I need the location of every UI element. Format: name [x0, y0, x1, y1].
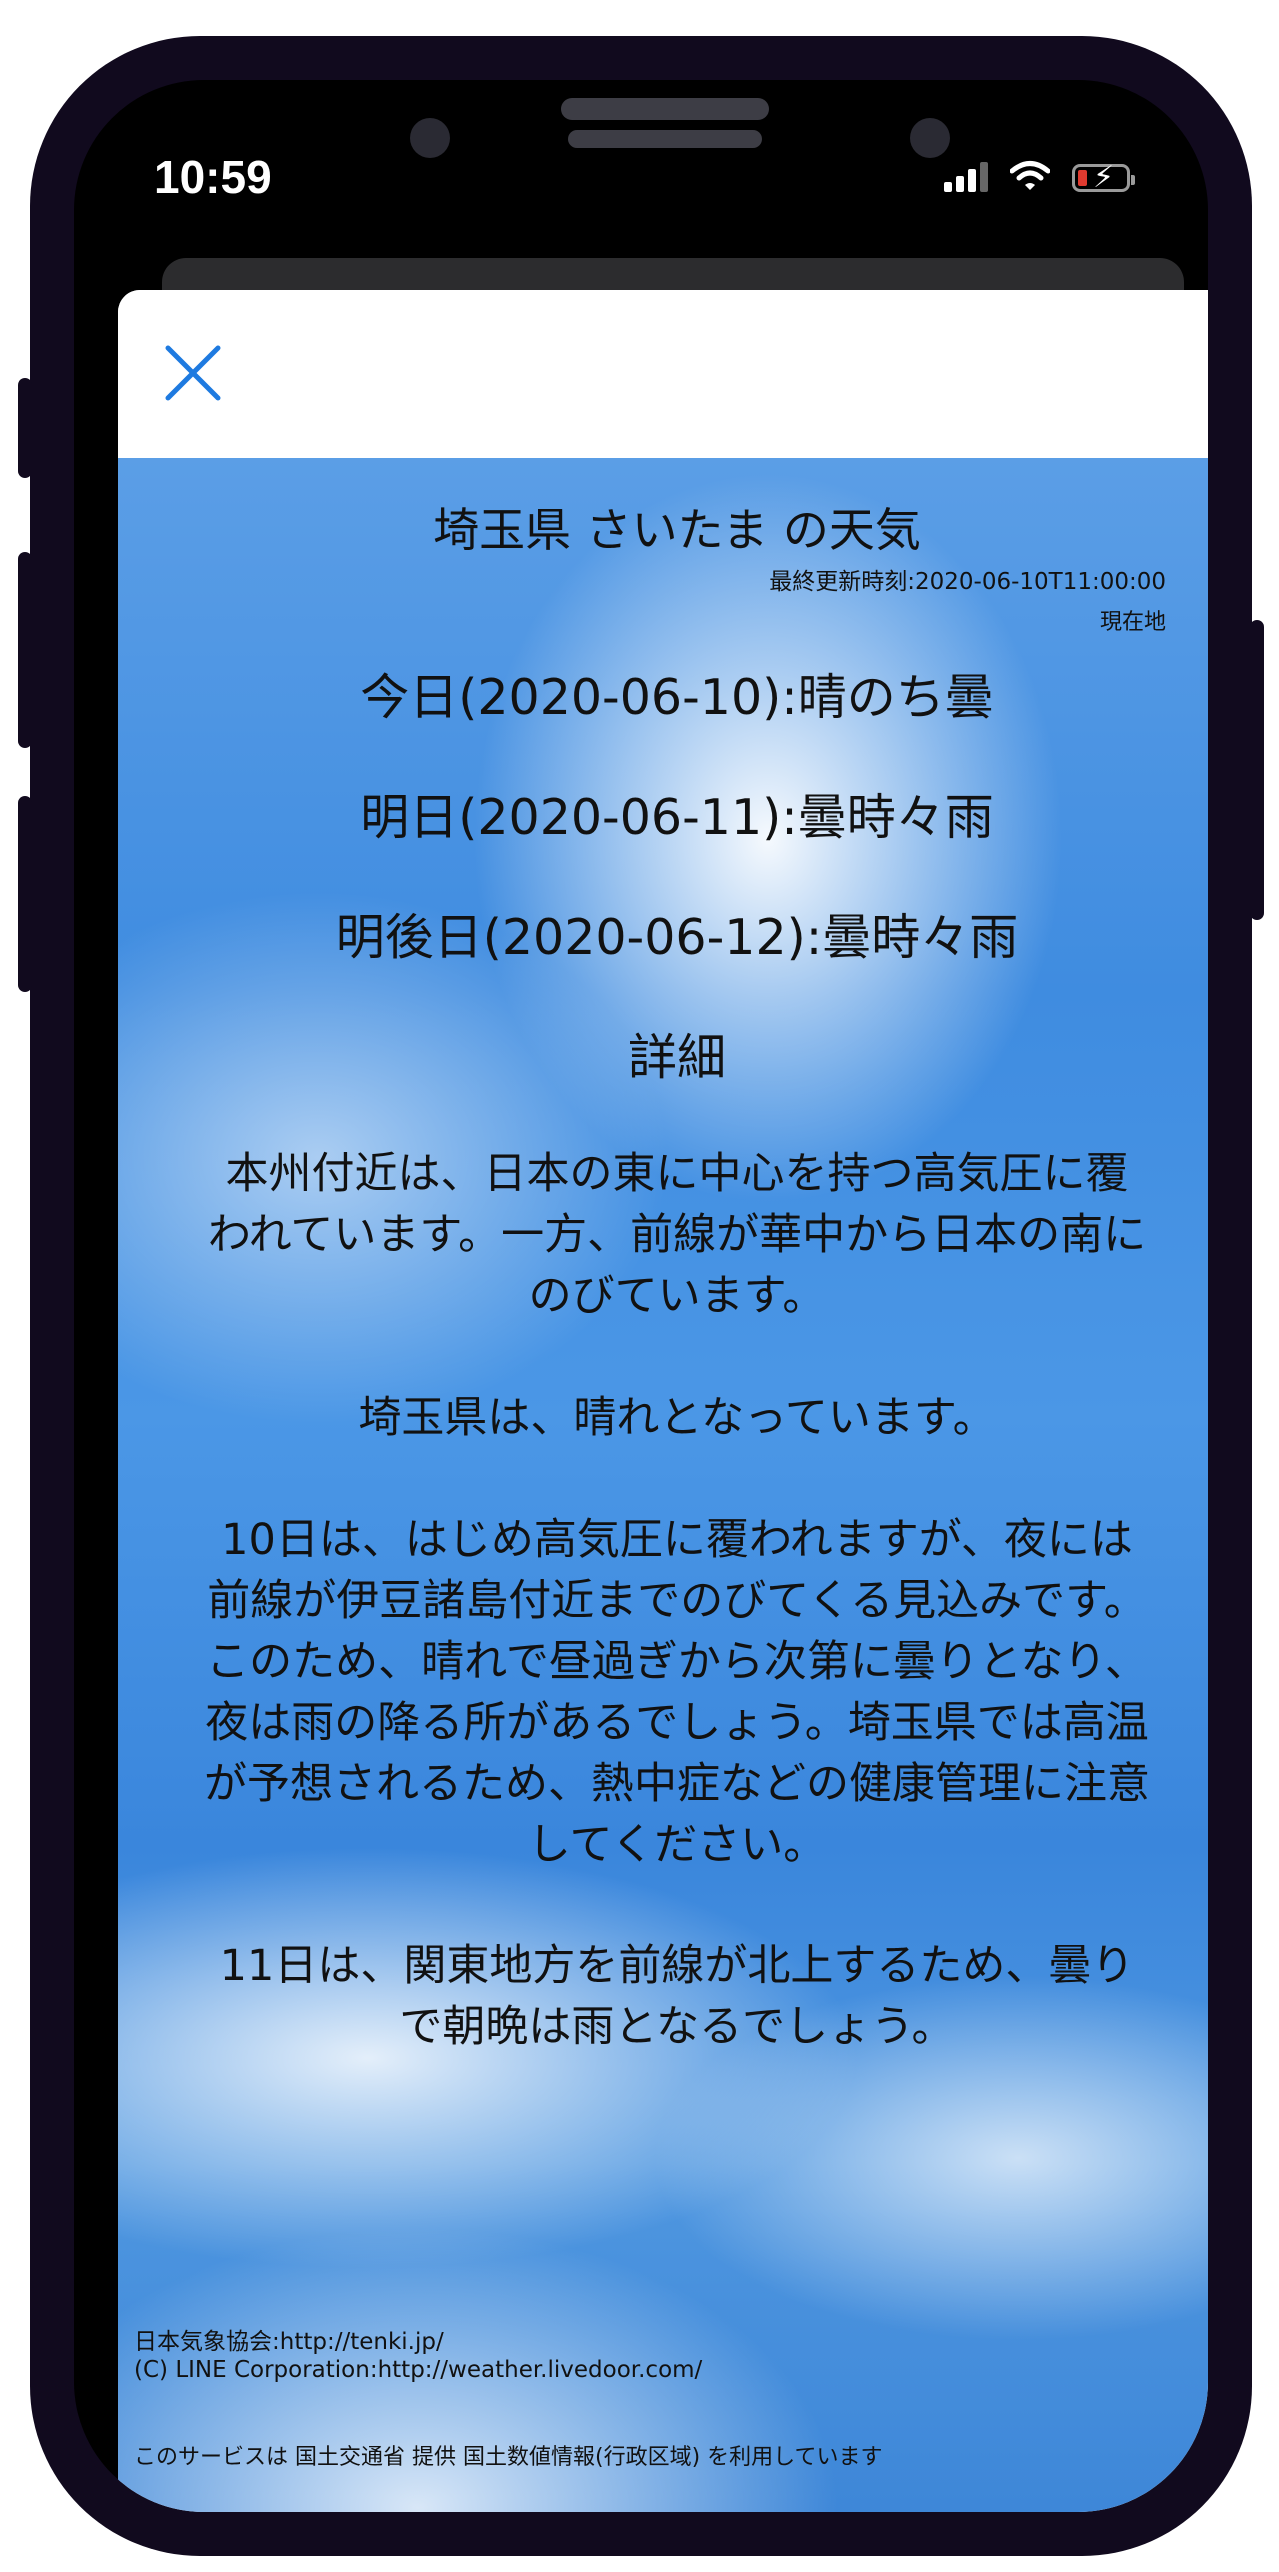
speaker-grille-lower	[568, 130, 762, 148]
volume-up-button	[18, 552, 32, 748]
speaker-grille	[561, 98, 769, 120]
credit-tenki: 日本気象協会:http://tenki.jp/	[134, 2329, 444, 2355]
detail-line: 11日は、関東地方を前線が北上するため、曇り	[219, 1941, 1135, 1991]
exit-button[interactable]: 終了	[838, 2510, 918, 2512]
detail-line: われています。一方、前線が華中から日本の南に	[207, 1210, 1147, 1260]
update-button[interactable]: 更新	[516, 2510, 596, 2512]
volume-down-button	[18, 796, 32, 992]
detail-paragraph-4: 11日は、関東地方を前線が北上するため、曇り で朝晩は雨となるでしょう。	[148, 1936, 1206, 2058]
detail-line: が予想されるため、熱中症などの健康管理に注意	[204, 1759, 1150, 1809]
bolt-icon: ⚡	[1093, 160, 1115, 195]
battery-charging-icon: ⚡	[1072, 160, 1135, 195]
detail-line: 10日は、はじめ高気圧に覆われますが、夜には	[221, 1515, 1133, 1565]
close-icon[interactable]	[162, 342, 224, 404]
detail-line: このため、晴れで昼過ぎから次第に曇りとなり、	[206, 1637, 1148, 1687]
detail-line: してください。	[527, 1820, 827, 1870]
power-button	[1250, 620, 1264, 920]
forecast-day-after: 明後日(2020-06-12):曇時々雨	[335, 909, 1019, 966]
detail-paragraph-2: 埼玉県は、晴れとなっています。	[148, 1388, 1206, 1449]
weather-title: 埼玉県 さいたま の天気	[433, 503, 921, 557]
detail-line: 本州付近は、日本の東に中心を持つ高気圧に覆	[225, 1149, 1129, 1199]
camera-left	[410, 118, 450, 158]
battery-level	[1078, 170, 1087, 186]
detail-paragraph-3: 10日は、はじめ高気圧に覆われますが、夜には 前線が伊豆諸島付近までのびてくる見…	[148, 1510, 1206, 1876]
credit-mlit: このサービスは 国土交通省 提供 国土数値情報(行政区域) を利用しています	[134, 2445, 883, 2470]
modal-sheet: 埼玉県 さいたま の天気 最終更新時刻:2020-06-10T11:00:00 …	[118, 290, 1208, 2512]
status-icons: ⚡	[944, 160, 1135, 195]
nav-bar	[118, 290, 1208, 459]
phone-frame: 10:59 ⚡ 埼玉県 さいたま の天気 最終更新時刻:2020-06-10T1…	[18, 36, 1264, 2556]
detail-line: 夜は雨の降る所があるでしょう。埼玉県では高温	[205, 1698, 1149, 1748]
detail-line: 埼玉県は、晴れとなっています。	[358, 1393, 996, 1443]
screen: 10:59 ⚡ 埼玉県 さいたま の天気 最終更新時刻:2020-06-10T1…	[74, 80, 1208, 2512]
detail-heading: 詳細	[627, 1029, 726, 1086]
silent-switch	[18, 378, 32, 478]
detail-paragraph-1: 本州付近は、日本の東に中心を持つ高気圧に覆 われています。一方、前線が華中から日…	[148, 1144, 1206, 1327]
status-time: 10:59	[154, 151, 272, 203]
forecast-tomorrow: 明日(2020-06-11):曇時々雨	[360, 789, 994, 846]
camera-right	[910, 118, 950, 158]
detail-line: のびています。	[528, 1271, 826, 1321]
weather-content: 埼玉県 さいたま の天気 最終更新時刻:2020-06-10T11:00:00 …	[118, 458, 1208, 2512]
detail-line: で朝晩は雨となるでしょう。	[399, 2002, 955, 2052]
detail-line: 前線が伊豆諸島付近までのびてくる見込みです。	[207, 1576, 1147, 1626]
wifi-icon	[1010, 161, 1050, 190]
credit-line: (C) LINE Corporation:http://weather.live…	[134, 2357, 703, 2383]
signal-icon	[944, 160, 988, 192]
forecast-today: 今日(2020-06-10):晴のち曇	[360, 669, 994, 726]
location-label: 現在地	[1099, 610, 1166, 635]
last-updated: 最終更新時刻:2020-06-10T11:00:00	[769, 569, 1166, 595]
